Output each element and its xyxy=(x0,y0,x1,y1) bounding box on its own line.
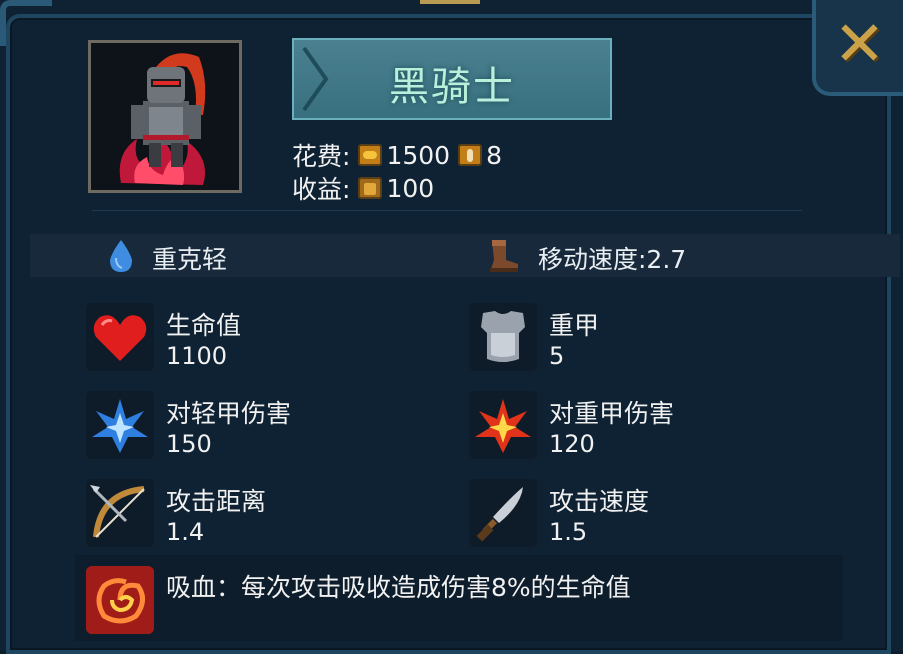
ability-description: 吸血：每次攻击吸收造成伤害8%的生命值 xyxy=(166,573,631,602)
stat-label: 对重甲伤害 xyxy=(549,399,675,428)
stat-label: 对轻甲伤害 xyxy=(166,399,292,428)
stat-value: 5 xyxy=(549,342,565,370)
population-icon xyxy=(458,144,483,166)
black-knight-portrait xyxy=(91,43,239,190)
heart-icon xyxy=(86,303,154,371)
vortex-icon xyxy=(86,566,154,634)
stat-value: 120 xyxy=(549,430,595,458)
stat-value: 1.4 xyxy=(166,518,205,546)
bow-icon xyxy=(86,479,154,547)
stat-label: 攻击距离 xyxy=(166,487,267,516)
panel-top-ornament xyxy=(420,0,480,4)
cost-label: 花费: xyxy=(292,142,351,171)
stat-value: 1.5 xyxy=(549,518,588,546)
armor-icon xyxy=(469,303,537,371)
panel-corner-ornament xyxy=(0,0,52,46)
stat-label: 攻击速度 xyxy=(549,487,650,516)
dagger-icon xyxy=(469,479,537,547)
divider xyxy=(92,210,802,211)
move-speed: 移动速度:2.7 xyxy=(538,245,687,274)
population-cost-value: 8 xyxy=(486,140,502,170)
traits-row: 重克轻 移动速度:2.7 xyxy=(30,234,900,277)
fire-burst-icon xyxy=(469,391,537,459)
income-value: 100 xyxy=(386,173,435,203)
stat-label: 重甲 xyxy=(549,311,600,340)
boot-icon xyxy=(490,240,518,272)
water-drop-icon xyxy=(110,240,132,272)
unit-name-banner: 黑骑士 xyxy=(292,38,612,120)
counter-trait: 重克轻 xyxy=(152,245,228,274)
cost-line: 花费: 1500 8 xyxy=(292,140,502,172)
income-label: 收益: xyxy=(292,175,351,204)
gold-cost-value: 1500 xyxy=(386,140,451,170)
blue-burst-icon xyxy=(86,391,154,459)
income-resource-icon xyxy=(358,177,383,199)
close-button[interactable]: ✕ xyxy=(812,0,903,96)
stat-value: 150 xyxy=(166,430,212,458)
close-icon: ✕ xyxy=(833,7,886,80)
stat-label: 生命值 xyxy=(166,311,242,340)
stat-value: 1100 xyxy=(166,342,228,370)
income-line: 收益: 100 xyxy=(292,173,435,205)
unit-name: 黑骑士 xyxy=(389,64,515,110)
unit-portrait xyxy=(88,40,242,193)
gold-icon xyxy=(358,144,383,166)
